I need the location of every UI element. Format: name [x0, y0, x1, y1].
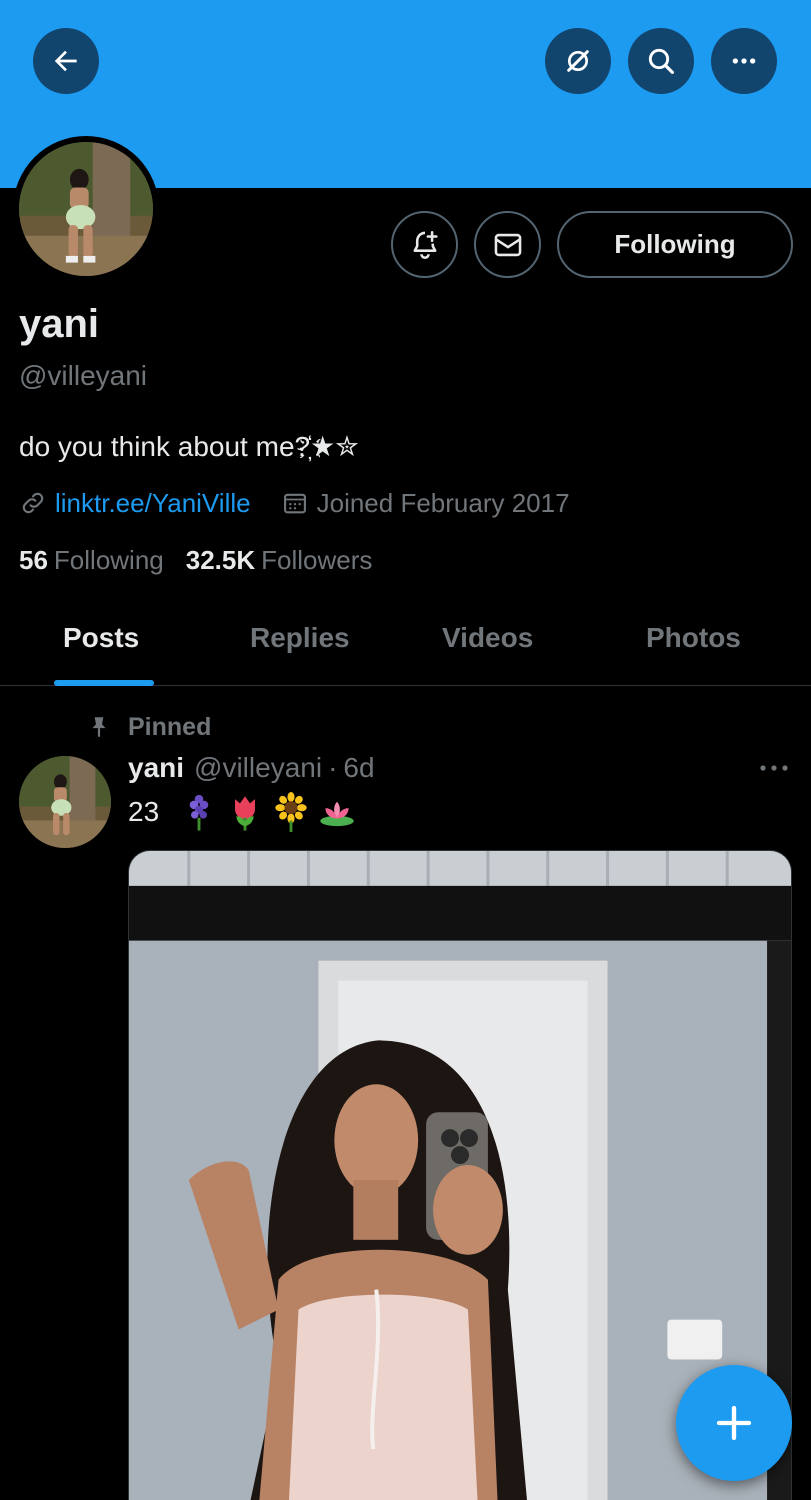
tab-videos[interactable]: Videos: [442, 622, 533, 654]
following-count: 56: [19, 545, 48, 575]
profile-bio: do you think about me?҉★✮: [19, 430, 359, 463]
followers-label: Followers: [261, 545, 373, 575]
post-header: yani @villeyani · 6d: [128, 752, 375, 784]
bio-symbols: ҉★✮: [310, 431, 359, 462]
bio-text: do you think about me?: [19, 431, 311, 462]
more-horizontal-icon: [732, 58, 756, 64]
search-icon: [648, 48, 674, 74]
profile-meta: linktr.ee/YaniVille Joined February 2017: [19, 486, 570, 520]
tab-posts[interactable]: Posts: [63, 622, 139, 654]
following-button[interactable]: Following: [557, 211, 793, 278]
joined-date: Joined February 2017: [281, 488, 570, 519]
message-button[interactable]: [474, 211, 541, 278]
profile-tabs: Posts Replies Videos Photos: [0, 600, 811, 686]
post-emojis: [181, 792, 365, 832]
profile-handle: @villeyani: [19, 360, 148, 391]
arrow-left-icon: [54, 50, 77, 72]
post-author-handle[interactable]: @villeyani: [194, 752, 322, 784]
tab-replies[interactable]: Replies: [250, 622, 350, 654]
followers-count: 32.5K: [185, 545, 256, 575]
pin-icon: [92, 717, 106, 737]
hyacinth-icon: [189, 794, 209, 831]
joined-text: Joined February 2017: [316, 487, 570, 518]
grok-icon: [567, 50, 589, 72]
tulip-icon: [235, 796, 256, 831]
profile-link[interactable]: linktr.ee/YaniVille: [55, 488, 251, 519]
more-button[interactable]: [711, 28, 777, 94]
profile-stats: 56 Following 32.5K Followers: [19, 545, 372, 576]
post-author-name[interactable]: yani: [128, 752, 184, 784]
profile-avatar[interactable]: [13, 136, 159, 282]
plus-icon: [716, 1405, 752, 1441]
notifications-button[interactable]: [391, 211, 458, 278]
grok-button[interactable]: [545, 28, 611, 94]
following-stat[interactable]: 56 Following: [19, 545, 164, 576]
tab-photos[interactable]: Photos: [646, 622, 741, 654]
compose-post-button[interactable]: [676, 1365, 792, 1481]
sunflower-icon: [275, 792, 307, 832]
calendar-icon: [283, 493, 306, 514]
following-label: Following: [53, 545, 164, 575]
link-icon: [22, 492, 44, 514]
envelope-icon: [494, 233, 521, 256]
followers-stat[interactable]: 32.5K Followers: [186, 545, 373, 576]
post-timestamp[interactable]: 6d: [343, 752, 374, 784]
back-button[interactable]: [33, 28, 99, 94]
display-name: yani: [19, 302, 100, 346]
bell-plus-icon: [413, 230, 438, 259]
search-button[interactable]: [628, 28, 694, 94]
post-text: 23: [128, 796, 160, 827]
lotus-icon: [320, 801, 354, 827]
post-author-avatar[interactable]: [19, 756, 111, 848]
post-separator: ·: [328, 752, 338, 783]
post-more-icon[interactable]: [758, 758, 790, 778]
avatar-photo: [19, 142, 153, 276]
active-tab-indicator: [54, 680, 154, 686]
pinned-label: Pinned: [128, 712, 212, 741]
pinned-indicator: Pinned: [86, 710, 211, 744]
post-body: 23: [128, 792, 365, 832]
